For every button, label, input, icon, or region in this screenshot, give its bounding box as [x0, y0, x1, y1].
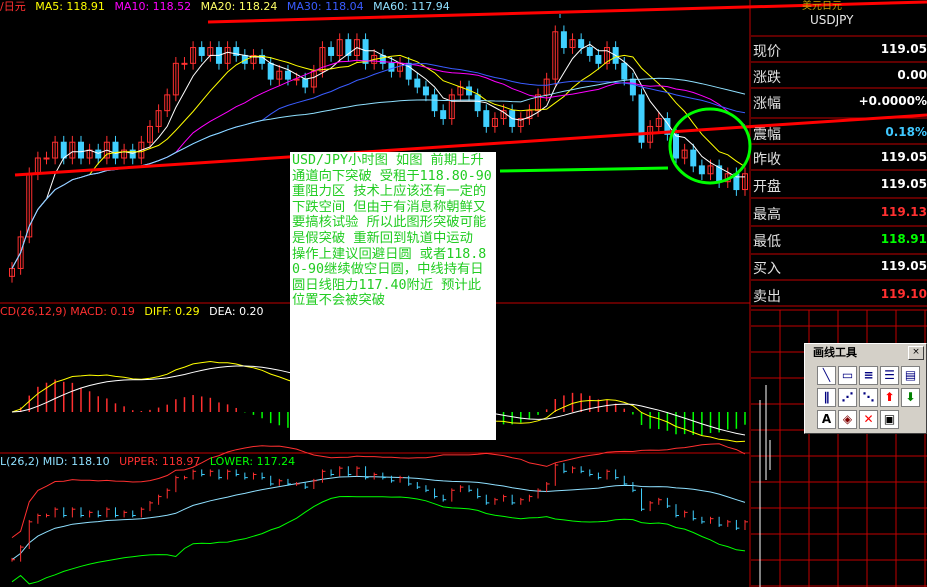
candle-body: [302, 78, 309, 88]
down-arrow-tool-icon[interactable]: ⬇: [901, 388, 920, 407]
candle-body: [440, 110, 447, 120]
legend-ma20: MA20: 118.24: [200, 0, 278, 13]
candle-body: [483, 110, 490, 127]
chart-stage: /日元 MA5: 118.91 MA10: 118.52 MA20: 118.2…: [0, 0, 927, 587]
candle-body: [43, 157, 50, 160]
candle-body: [198, 47, 205, 56]
quote-label: 涨幅: [753, 96, 781, 112]
quote-row: 涨跌 0.00: [752, 63, 927, 89]
fan-tool-icon[interactable]: ⋱: [859, 388, 878, 407]
candle-body: [595, 54, 602, 64]
legend-mid: L(26,2) MID: 118.10: [0, 455, 110, 468]
quote-label: 开盘: [753, 179, 781, 195]
quote-value: 119.05: [880, 177, 927, 191]
boll-legend: L(26,2) MID: 118.10 UPPER: 118.97 LOWER:…: [0, 455, 301, 469]
candle-body: [629, 78, 636, 96]
quote-row: 涨幅 +0.0000%: [752, 89, 927, 115]
quote-label: 买入: [753, 261, 781, 277]
delete-tool-icon[interactable]: ✕: [859, 410, 878, 429]
rect-tool-icon[interactable]: ▭: [838, 366, 857, 385]
legend-dea: DEA: 0.20: [209, 305, 264, 318]
quote-label: 昨收: [753, 152, 781, 168]
candle-body: [586, 47, 593, 56]
quote-value: 119.13: [880, 205, 927, 219]
candle-body: [328, 47, 335, 56]
legend-ma30: MA30: 118.04: [286, 0, 364, 13]
toolbox-close-button[interactable]: ×: [908, 346, 924, 360]
legend-macd-value: CD(26,12,9) MACD: 0.19: [0, 305, 135, 318]
text-tool-icon[interactable]: A: [817, 410, 836, 429]
quote-value: 119.05: [880, 150, 927, 164]
quote-value: 118.91: [880, 232, 927, 246]
candle-body: [414, 78, 421, 88]
candle-body: [690, 149, 697, 167]
drawing-toolbox[interactable]: 画线工具 × ╲ ▭ ≡ ☰ ▤ ∥ ⋰ ⋱ ⬆ ⬇ A ◈ ✕ ▣: [804, 343, 927, 434]
quote-value: 119.05: [880, 42, 927, 56]
candle-body: [422, 86, 429, 96]
grid-lines-tool-icon[interactable]: ☰: [880, 366, 899, 385]
quote-row: 最高 119.13: [752, 200, 927, 226]
quote-row: 昨收 119.05: [752, 145, 927, 171]
quote-value: +0.0000%: [858, 94, 927, 108]
quote-row: 现价 119.05: [752, 37, 927, 63]
support-line: [499, 166, 669, 173]
up-arrow-tool-icon[interactable]: ⬆: [880, 388, 899, 407]
macd-legend: CD(26,12,9) MACD: 0.19 DIFF: 0.29 DEA: 0…: [0, 305, 270, 319]
candle-body: [95, 149, 102, 159]
legend-upper: UPPER: 118.97: [119, 455, 201, 468]
candle-body: [388, 62, 395, 72]
candle-body: [560, 31, 567, 49]
symbol-code: USDJPY: [810, 13, 854, 27]
candle-body: [181, 62, 188, 65]
quote-label: 震幅: [753, 127, 781, 143]
gann-tool-icon[interactable]: ⋰: [838, 388, 857, 407]
quote-label: 卖出: [753, 289, 781, 305]
channel-tool-icon[interactable]: ∥: [817, 388, 836, 407]
annotation-note: USD/JPY小时图 如图 前期上升通道向下突破 受租于118.80-90重阻力…: [290, 152, 496, 440]
quote-label: 最高: [753, 207, 781, 223]
quote-value: 0.00: [897, 68, 927, 82]
candle-body: [60, 141, 67, 159]
legend-lower: LOWER: 117.24: [209, 455, 296, 468]
boll-mid-line: [11, 475, 746, 561]
quote-value: 0.18%: [885, 125, 927, 139]
candle-body: [362, 39, 369, 64]
save-tool-icon[interactable]: ▣: [880, 410, 899, 429]
candle-body: [698, 165, 705, 175]
quote-row: 开盘 119.05: [752, 172, 927, 198]
candle-body: [267, 62, 274, 80]
quote-label: 最低: [753, 234, 781, 250]
quote-row: 最低 118.91: [752, 227, 927, 253]
symbol-name-cn: 美元日元: [802, 1, 842, 12]
eraser-tool-icon[interactable]: ◈: [838, 410, 857, 429]
legend-diff: DIFF: 0.29: [144, 305, 200, 318]
candle-body: [474, 94, 481, 112]
boll-lower-line: [11, 495, 746, 585]
quote-row: 卖出 119.10: [752, 282, 927, 308]
candle-body: [77, 141, 84, 159]
legend-ma10: MA10: 118.52: [114, 0, 192, 13]
price-legend: /日元 MA5: 118.91 MA10: 118.52 MA20: 118.2…: [0, 0, 456, 14]
breakout-highlight-ellipse: [668, 107, 752, 185]
quote-row: 震幅 0.18%: [752, 120, 927, 146]
candle-body: [431, 94, 438, 112]
quote-label: 涨跌: [753, 70, 781, 86]
quote-value: 119.10: [880, 287, 927, 301]
candle-body: [578, 39, 585, 49]
quote-label: 现价: [753, 44, 781, 60]
parallel-lines-tool-icon[interactable]: ≡: [859, 366, 878, 385]
quote-row: 买入 119.05: [752, 254, 927, 280]
legend-ma5: MA5: 118.91: [35, 0, 105, 13]
quote-value: 119.05: [880, 259, 927, 273]
toolbox-grid: ╲ ▭ ≡ ☰ ▤ ∥ ⋰ ⋱ ⬆ ⬇ A ◈ ✕ ▣: [817, 366, 921, 431]
line-tool-icon[interactable]: ╲: [817, 366, 836, 385]
candle-body: [673, 133, 680, 159]
legend-symbol: /日元: [0, 0, 26, 13]
quote-sidebar: 美元日元 USDJPY 现价 119.05 涨跌 0.00 涨幅 +0.0000% 震幅 0.…: [752, 0, 927, 587]
candle-body: [112, 141, 119, 159]
candle-body: [284, 70, 291, 80]
fib-tool-icon[interactable]: ▤: [901, 366, 920, 385]
candle-body: [621, 62, 628, 80]
legend-ma60: MA60: 117.94: [373, 0, 450, 13]
